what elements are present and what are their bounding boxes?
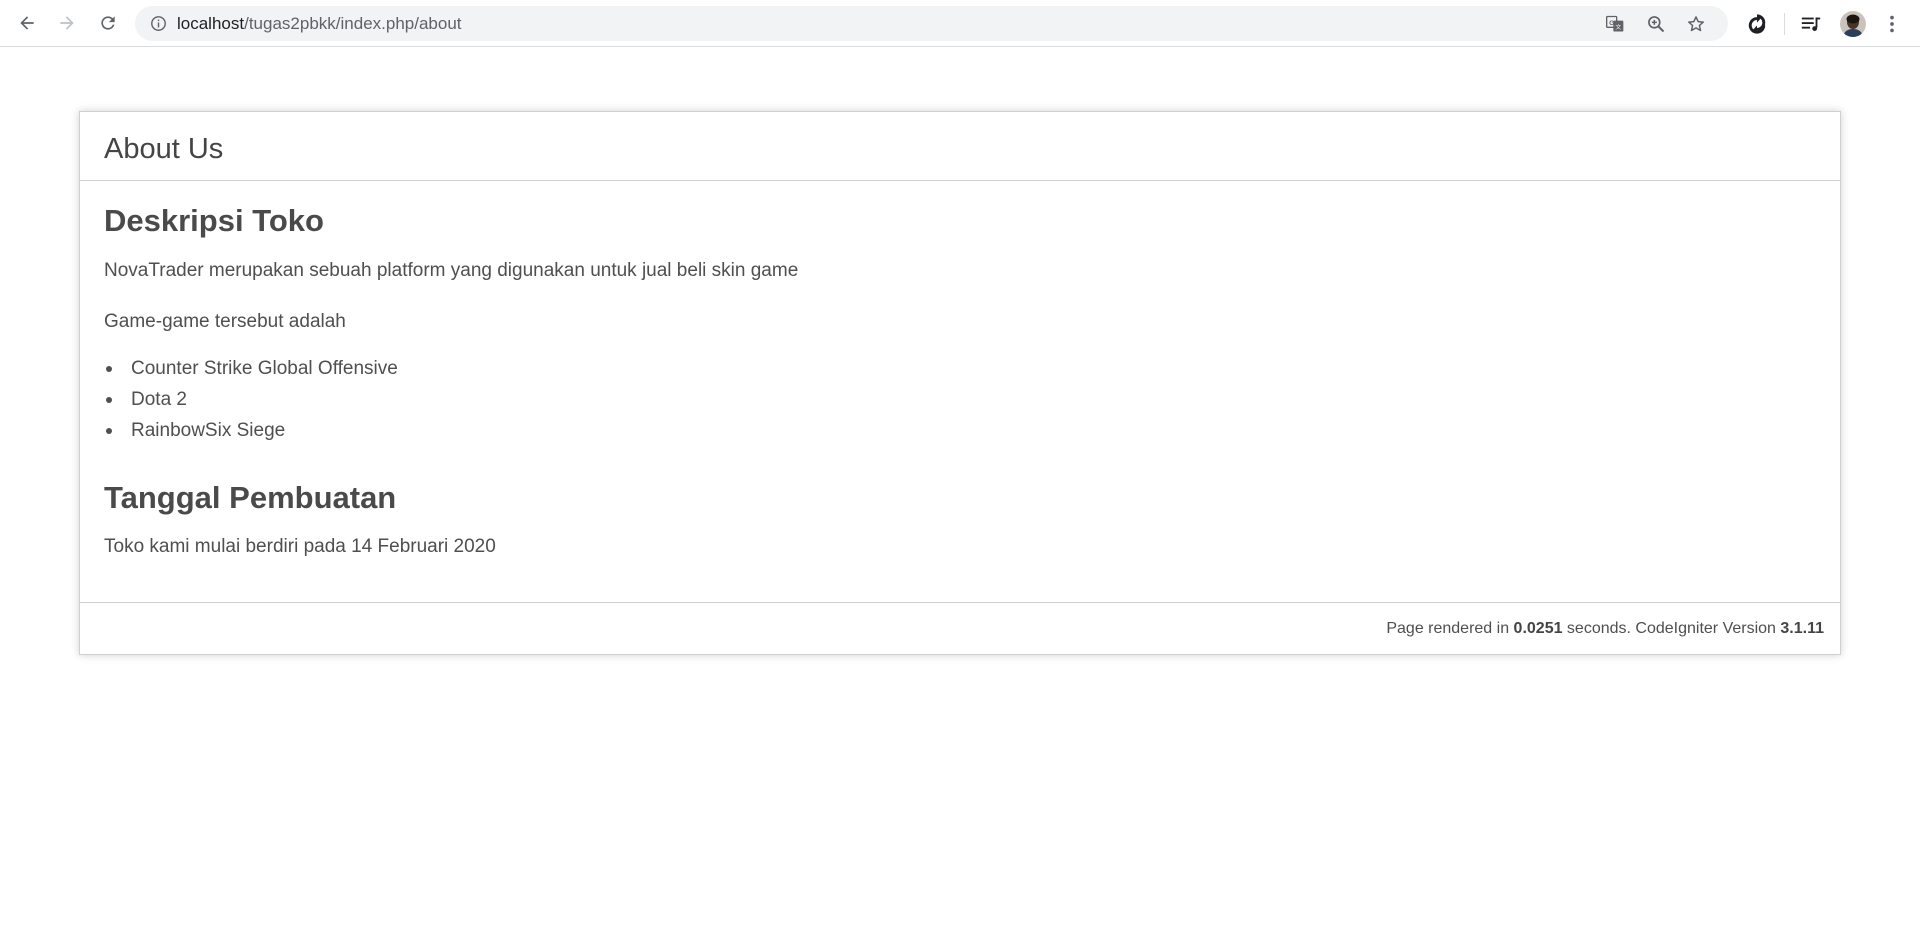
browser-toolbar: localhost/tugas2pbkk/index.php/about G 文 — [0, 0, 1920, 47]
tab-strip-edge — [820, 0, 995, 3]
games-list: Counter Strike Global Offensive Dota 2 R… — [104, 353, 398, 446]
list-item: Dota 2 — [104, 384, 398, 415]
page-footer: Page rendered in 0.0251 seconds. CodeIgn… — [80, 602, 1840, 654]
url-text[interactable]: localhost/tugas2pbkk/index.php/about — [177, 14, 462, 34]
url-host: localhost — [177, 14, 245, 33]
game-name: RainbowSix Siege — [131, 420, 286, 441]
url-path: /tugas2pbkk/index.php/about — [244, 14, 462, 33]
arrow-right-icon — [60, 16, 74, 30]
list-item: RainbowSix Siege — [104, 415, 398, 446]
zoom-icon[interactable] — [1645, 13, 1667, 35]
page-title: About Us — [104, 133, 224, 165]
list-item: Counter Strike Global Offensive — [104, 353, 398, 384]
toolbar-divider — [1784, 13, 1785, 35]
description-paragraph: NovaTrader merupakan sebuah platform yan… — [104, 260, 799, 281]
framework-version: 3.1.11 — [1780, 620, 1824, 637]
bullet-icon — [106, 428, 112, 434]
page-header: About Us — [80, 112, 1840, 181]
footer-prefix: Page rendered in — [1386, 620, 1514, 637]
kebab-menu-icon[interactable] — [1880, 12, 1904, 36]
translate-icon[interactable]: G 文 — [1604, 13, 1626, 35]
render-time: 0.0251 — [1513, 620, 1563, 637]
forward-button[interactable] — [52, 8, 82, 38]
footer-middle: seconds. CodeIgniter Version — [1562, 620, 1781, 637]
bullet-icon — [106, 397, 112, 403]
address-bar[interactable]: localhost/tugas2pbkk/index.php/about G 文 — [135, 6, 1728, 41]
creation-date-paragraph: Toko kami mulai berdiri pada 14 Februari… — [104, 536, 496, 557]
svg-text:文: 文 — [1615, 23, 1621, 31]
svg-text:G: G — [1609, 20, 1614, 27]
arrow-left-icon — [20, 16, 34, 30]
bullet-icon — [106, 366, 112, 372]
profile-avatar[interactable] — [1840, 11, 1866, 37]
page-body: Deskripsi Toko NovaTrader merupakan sebu… — [80, 181, 1840, 602]
section-heading-description: Deskripsi Toko — [104, 203, 324, 238]
extension-icon[interactable] — [1745, 12, 1769, 36]
reload-button[interactable] — [93, 8, 123, 38]
reload-icon — [101, 16, 115, 30]
media-controls-icon[interactable] — [1799, 12, 1823, 36]
page-container: About Us Deskripsi Toko NovaTrader merup… — [79, 111, 1841, 655]
game-name: Counter Strike Global Offensive — [131, 358, 398, 379]
star-icon[interactable] — [1685, 13, 1707, 35]
game-name: Dota 2 — [131, 389, 187, 410]
back-button[interactable] — [12, 8, 42, 38]
info-icon[interactable] — [150, 15, 167, 32]
section-heading-creation-date: Tanggal Pembuatan — [104, 480, 397, 515]
games-intro-paragraph: Game-game tersebut adalah — [104, 311, 346, 332]
